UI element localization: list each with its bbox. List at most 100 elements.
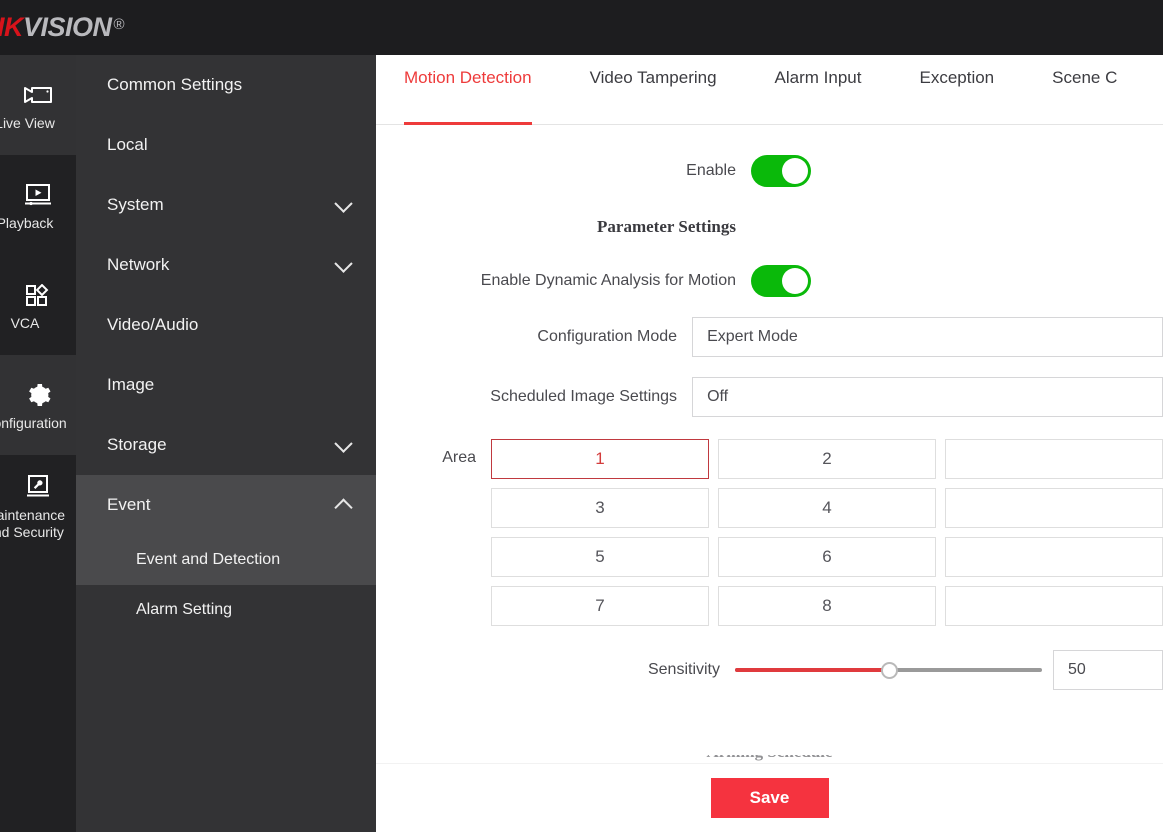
tab-scene-change-detection[interactable]: Scene C	[1052, 55, 1117, 125]
area-button-extra-col[interactable]	[945, 439, 1163, 479]
action-footer: Save	[376, 763, 1163, 832]
rail-label-configuration: Configuration	[0, 415, 67, 432]
area-button-label: 3	[595, 498, 604, 518]
rail-item-maintenance-and-security[interactable]: Maintenance and Security	[0, 455, 76, 555]
row-scheduled-image-settings: Scheduled Image Settings Off	[376, 377, 1163, 417]
logo-text-hik: HIK	[0, 12, 23, 42]
area-button-1[interactable]: 1	[491, 439, 709, 479]
save-button[interactable]: Save	[711, 778, 829, 818]
row-sensitivity: Sensitivity 50	[376, 650, 1163, 690]
sensitivity-value-input[interactable]: 50	[1053, 650, 1163, 690]
nav-label-system: System	[107, 195, 164, 215]
label-enable: Enable	[376, 162, 751, 180]
area-button-label: 8	[822, 596, 831, 616]
area-button-label: 7	[595, 596, 604, 616]
area-button-7[interactable]: 7	[491, 586, 709, 626]
row-dynamic-analysis: Enable Dynamic Analysis for Motion	[376, 265, 1163, 297]
label-configuration-mode: Configuration Mode	[376, 328, 692, 346]
area-button-extra-col[interactable]	[945, 537, 1163, 577]
label-area: Area	[376, 439, 491, 467]
area-button-label: 2	[822, 449, 831, 469]
slider-fill	[735, 668, 889, 672]
primary-icon-rail: Live View Playback	[0, 55, 76, 832]
nav-label-common-settings: Common Settings	[107, 75, 242, 95]
area-button-3[interactable]: 3	[491, 488, 709, 528]
main-content-panel: Motion Detection Video Tampering Alarm I…	[376, 55, 1163, 832]
sensitivity-value: 50	[1068, 661, 1086, 679]
chevron-down-icon	[334, 255, 352, 273]
nav-label-network: Network	[107, 255, 169, 275]
hikvision-logo: HIKVISION®	[0, 6, 124, 46]
nav-item-network[interactable]: Network	[76, 235, 376, 295]
area-button-extra-col[interactable]	[945, 488, 1163, 528]
label-scheduled-image-settings: Scheduled Image Settings	[376, 388, 692, 406]
camera-config-page: HIKVISION® Live View Playb	[0, 0, 1163, 832]
tab-bar: Motion Detection Video Tampering Alarm I…	[376, 55, 1163, 125]
tab-label-alarm-input: Alarm Input	[775, 68, 862, 88]
vca-icon	[25, 278, 51, 312]
rail-item-live-view[interactable]: Live View	[0, 55, 76, 155]
dynamic-analysis-toggle[interactable]	[751, 265, 811, 297]
row-parameter-settings: Parameter Settings	[376, 217, 1163, 237]
toggle-knob	[782, 158, 808, 184]
wrench-icon	[24, 470, 52, 504]
area-button-label: 4	[822, 498, 831, 518]
nav-subitem-event-and-detection[interactable]: Event and Detection	[76, 535, 376, 585]
tab-label-video-tampering: Video Tampering	[590, 68, 717, 88]
area-button-extra-col[interactable]	[945, 586, 1163, 626]
rail-item-playback[interactable]: Playback	[0, 155, 76, 255]
nav-item-common-settings[interactable]: Common Settings	[76, 55, 376, 115]
playback-icon	[23, 178, 53, 212]
nav-subitem-alarm-setting[interactable]: Alarm Setting	[76, 585, 376, 635]
tab-label-exception: Exception	[919, 68, 994, 88]
configuration-nav-menu: Common Settings Local System Network Vid…	[76, 55, 376, 832]
tab-motion-detection[interactable]: Motion Detection	[404, 55, 532, 125]
nav-label-event: Event	[107, 495, 150, 515]
nav-item-system[interactable]: System	[76, 175, 376, 235]
area-button-label: 5	[595, 547, 604, 567]
camera-icon	[23, 78, 53, 112]
chevron-up-icon	[334, 498, 352, 516]
nav-label-alarm-setting: Alarm Setting	[136, 601, 232, 619]
area-button-label: 1	[595, 449, 604, 469]
rail-label-playback: Playback	[0, 215, 53, 232]
slider-handle[interactable]	[881, 662, 898, 679]
nav-item-local[interactable]: Local	[76, 115, 376, 175]
enable-toggle[interactable]	[751, 155, 811, 187]
configuration-mode-value: Expert Mode	[707, 328, 798, 346]
area-button-8[interactable]: 8	[718, 586, 936, 626]
row-enable: Enable	[376, 155, 1163, 187]
area-button-6[interactable]: 6	[718, 537, 936, 577]
tab-label-motion-detection: Motion Detection	[404, 68, 532, 88]
area-button-5[interactable]: 5	[491, 537, 709, 577]
nav-item-storage[interactable]: Storage	[76, 415, 376, 475]
rail-item-vca[interactable]: VCA	[0, 255, 76, 355]
scheduled-image-settings-value: Off	[707, 388, 728, 406]
gear-icon	[24, 378, 52, 412]
area-button-2[interactable]: 2	[718, 439, 936, 479]
nav-item-image[interactable]: Image	[76, 355, 376, 415]
nav-item-event[interactable]: Event	[76, 475, 376, 535]
nav-label-image: Image	[107, 375, 154, 395]
rail-label-maintenance-and-security: Maintenance and Security	[0, 507, 77, 541]
nav-label-video-audio: Video/Audio	[107, 315, 198, 335]
rail-label-vca: VCA	[11, 315, 40, 332]
configuration-mode-select[interactable]: Expert Mode	[692, 317, 1163, 357]
area-button-4[interactable]: 4	[718, 488, 936, 528]
rail-item-configuration[interactable]: Configuration	[0, 355, 76, 455]
tab-video-tampering[interactable]: Video Tampering	[590, 55, 717, 125]
clipped-section-title: Arming Schedule	[376, 755, 1163, 762]
nav-item-video-audio[interactable]: Video/Audio	[76, 295, 376, 355]
row-configuration-mode: Configuration Mode Expert Mode	[376, 317, 1163, 357]
sensitivity-slider[interactable]	[735, 660, 1042, 680]
label-sensitivity: Sensitivity	[376, 661, 735, 679]
tab-alarm-input[interactable]: Alarm Input	[775, 55, 862, 125]
logo-text-vision: VISION	[23, 12, 112, 42]
tab-exception[interactable]: Exception	[919, 55, 994, 125]
area-grid: 1 2 3 4 5 6 7 8	[491, 439, 1163, 626]
area-button-label: 6	[822, 547, 831, 567]
scheduled-image-settings-select[interactable]: Off	[692, 377, 1163, 417]
nav-label-storage: Storage	[107, 435, 167, 455]
row-area: Area 1 2 3 4 5 6 7 8	[376, 439, 1163, 626]
toggle-knob	[782, 268, 808, 294]
